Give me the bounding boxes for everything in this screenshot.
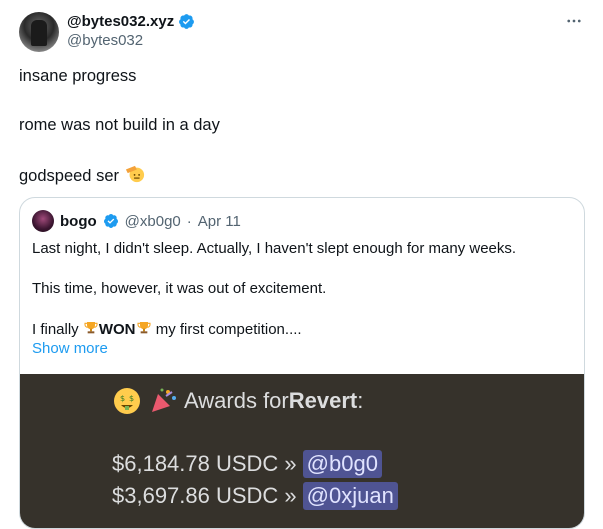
awards-title-project: Revert — [288, 388, 358, 413]
author-avatar[interactable] — [19, 12, 59, 52]
verified-badge-icon — [179, 14, 195, 29]
quoted-text-line-3-suffix: my first competition.... — [155, 321, 302, 338]
more-options-icon[interactable] — [565, 12, 583, 30]
tweet-text-line-3: godspeed ser — [19, 164, 146, 186]
quoted-author-name[interactable]: bogo — [60, 213, 97, 230]
quoted-text-line-3-prefix: I finally — [32, 321, 83, 338]
author-handle[interactable]: @bytes032 — [67, 32, 195, 49]
awards-title-prefix: Awards for — [184, 388, 289, 413]
award-row: $6,184.78 USDC » @b0g0 — [112, 450, 382, 478]
money-mouth-face-icon: $ $ — [114, 388, 140, 414]
quoted-tweet-header: bogo @xb0g0 · Apr 11 — [32, 210, 241, 232]
tweet-text-line-3-label: godspeed ser — [19, 167, 119, 185]
trophy-icon — [84, 322, 98, 334]
quoted-tweet-card[interactable]: bogo @xb0g0 · Apr 11 Last night, I didn'… — [19, 197, 585, 529]
quoted-date[interactable]: Apr 11 — [198, 213, 241, 230]
show-more-link[interactable]: Show more — [32, 340, 108, 357]
tweet-text-line-1: insane progress — [19, 67, 137, 85]
award-user-mention[interactable]: @0xjuan — [302, 482, 398, 510]
quoted-text-line-3: I finally WON my first competition.... — [32, 320, 302, 338]
award-row: $3,697.86 USDC » @0xjuan — [112, 482, 398, 510]
svg-text:$: $ — [129, 394, 134, 403]
author-block: @bytes032.xyz @bytes032 — [67, 13, 195, 49]
award-user-mention[interactable]: @b0g0 — [302, 450, 382, 478]
quoted-media-image[interactable]: $ $ Awards for Revert: $6,184.78 USDC » … — [20, 374, 584, 528]
tweet-text-line-2: rome was not build in a day — [19, 116, 220, 134]
trophy-icon-2 — [136, 322, 151, 334]
author-name[interactable]: @bytes032.xyz — [67, 13, 174, 30]
award-amount: $6,184.78 USDC » — [112, 451, 297, 476]
quoted-text-line-2: This time, however, it was out of excite… — [32, 280, 327, 297]
awards-title: $ $ Awards for Revert: — [112, 386, 363, 416]
party-popper-icon — [152, 388, 176, 412]
quoted-separator: · — [186, 212, 192, 230]
quoted-text-line-1: Last night, I didn't sleep. Actually, I … — [32, 240, 517, 257]
quoted-author-avatar[interactable] — [32, 210, 54, 232]
quoted-text-won: WON — [98, 321, 136, 338]
award-amount: $3,697.86 USDC » — [112, 483, 297, 508]
quoted-verified-badge-icon — [103, 214, 118, 228]
svg-text:$: $ — [120, 394, 125, 403]
saluting-face-icon — [125, 165, 144, 183]
awards-title-suffix: : — [357, 388, 364, 413]
quoted-author-handle[interactable]: @xb0g0 — [125, 213, 181, 230]
